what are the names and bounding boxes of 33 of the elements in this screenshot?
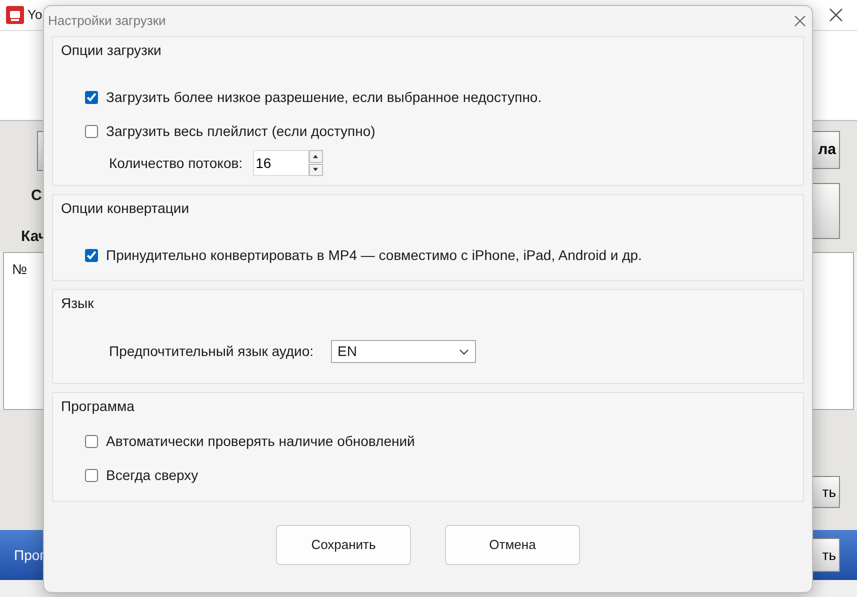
bottom-button[interactable]: Прог <box>14 544 45 566</box>
number-field[interactable]: 16 <box>252 150 309 176</box>
checkbox[interactable] <box>85 469 98 482</box>
checkbox-label: Автоматически проверять наличие обновлений <box>106 432 415 451</box>
group-title: Программа <box>61 397 134 416</box>
checkbox[interactable] <box>85 91 98 104</box>
checkbox-label: Загрузить более низкое разрешение, если выбранное недоступно. <box>106 88 542 107</box>
close-icon[interactable] <box>829 8 843 22</box>
app-icon <box>6 6 24 24</box>
spin-down-button[interactable] <box>308 164 323 176</box>
field-label: Предпочтительный язык аудио: <box>109 342 314 361</box>
down-arrow-icon[interactable] <box>312 167 320 172</box>
checkbox-label: Принудительно конвертировать в MP4 — совместимо с iPhone, iPad, Android и др. <box>106 246 642 265</box>
group-title: Опции загрузки <box>61 41 162 60</box>
checkbox[interactable] <box>85 125 98 138</box>
field-label: С <box>31 186 43 206</box>
window-title: Yo <box>28 6 42 24</box>
dialog-title: Настройки загрузки <box>48 12 166 30</box>
column-header: № <box>12 261 28 277</box>
checkbox-label: Загрузить весь плейлист (если доступно) <box>106 122 376 141</box>
field-label: Количество потоков: <box>109 154 243 172</box>
language-dropdown[interactable]: EN <box>330 340 476 363</box>
checkbox[interactable] <box>85 249 98 262</box>
group-title: Опции конвертации <box>61 199 190 218</box>
spin-up-button[interactable] <box>308 150 323 162</box>
checkbox[interactable] <box>85 435 98 448</box>
cancel-button[interactable]: Отмена <box>445 525 580 565</box>
checkbox-label: Всегда сверху <box>106 466 198 485</box>
close-icon[interactable] <box>794 15 806 27</box>
save-button[interactable]: Сохранить <box>276 525 411 565</box>
group-title: Язык <box>61 294 94 313</box>
up-arrow-icon[interactable] <box>312 154 320 159</box>
caret-icon[interactable] <box>458 348 469 354</box>
